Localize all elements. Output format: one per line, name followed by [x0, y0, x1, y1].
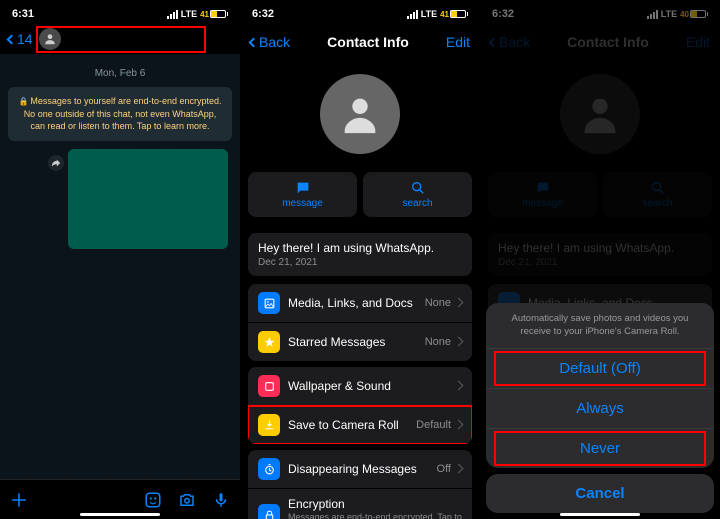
- chat-header[interactable]: 14: [0, 24, 240, 54]
- mic-icon[interactable]: [212, 491, 230, 509]
- sheet-title: Automatically save photos and videos you…: [486, 303, 714, 349]
- search-button[interactable]: search: [363, 172, 472, 217]
- status-date: Dec 21, 2021: [258, 257, 462, 268]
- contact-info-screen: 6:32 LTE 41 Back Contact Info Edit messa…: [240, 0, 480, 519]
- option-never[interactable]: Never: [486, 429, 714, 468]
- status-bar: 6:31 LTE 41: [0, 0, 240, 24]
- chevron-left-icon: [7, 34, 17, 44]
- status-right: LTE 41: [407, 9, 468, 19]
- chat-screen: 6:31 LTE 41 14 Mon, Feb 6 Messages to yo…: [0, 0, 240, 519]
- signal-icon: [407, 10, 418, 19]
- status-bar: 6:32 LTE 41: [240, 0, 480, 24]
- status-block[interactable]: Hey there! I am using WhatsApp. Dec 21, …: [248, 233, 472, 276]
- status-right: LTE 41: [167, 9, 228, 19]
- media-icon: [258, 292, 280, 314]
- status-time: 6:31: [12, 8, 34, 20]
- media-group: Media, Links, and Docs None Starred Mess…: [248, 284, 472, 361]
- edit-button[interactable]: Edit: [446, 34, 470, 50]
- timer-icon: [258, 458, 280, 480]
- network-label: LTE: [421, 9, 437, 19]
- sheet-options-group: Automatically save photos and videos you…: [486, 303, 714, 468]
- date-separator: Mon, Feb 6: [8, 68, 232, 79]
- media-links-docs-row[interactable]: Media, Links, and Docs None: [248, 284, 472, 323]
- chat-body[interactable]: Mon, Feb 6 Messages to yourself are end-…: [0, 54, 240, 479]
- cancel-button[interactable]: Cancel: [486, 474, 714, 513]
- disappearing-messages-row[interactable]: Disappearing Messages Off: [248, 450, 472, 489]
- status-text: Hey there! I am using WhatsApp.: [258, 241, 462, 255]
- plus-icon[interactable]: [10, 491, 28, 509]
- search-icon: [410, 180, 426, 196]
- sticker-icon[interactable]: [144, 491, 162, 509]
- status-time: 6:32: [252, 8, 274, 20]
- lock-icon: [18, 96, 30, 106]
- encryption-row[interactable]: Encryption Messages are end-to-end encry…: [248, 489, 472, 519]
- save-to-camera-roll-row[interactable]: Save to Camera Roll Default: [248, 406, 472, 444]
- battery-icon: 41: [440, 10, 468, 19]
- page-title: Contact Info: [327, 34, 409, 50]
- download-icon: [258, 414, 280, 436]
- encryption-note[interactable]: Messages to yourself are end-to-end encr…: [8, 87, 232, 141]
- starred-messages-row[interactable]: Starred Messages None: [248, 323, 472, 361]
- action-sheet: Automatically save photos and videos you…: [486, 303, 714, 513]
- option-default[interactable]: Default (Off): [486, 349, 714, 389]
- forward-button[interactable]: [48, 155, 64, 171]
- sent-image-message[interactable]: [68, 149, 228, 249]
- contact-avatar-large[interactable]: [320, 74, 400, 154]
- battery-icon: 41: [200, 10, 228, 19]
- action-sheet-screen: 6:32 LTE 40 Back Contact Info Edit messa…: [480, 0, 720, 519]
- home-indicator: [80, 513, 160, 516]
- camera-icon[interactable]: [178, 491, 196, 509]
- chevron-left-icon: [249, 37, 259, 47]
- forward-icon: [51, 158, 61, 168]
- back-button[interactable]: Back: [250, 34, 290, 50]
- message-icon: [295, 180, 311, 196]
- wallpaper-sound-row[interactable]: Wallpaper & Sound: [248, 367, 472, 406]
- contact-body: message search Hey there! I am using Wha…: [240, 60, 480, 519]
- home-indicator: [560, 513, 640, 516]
- star-icon: [258, 331, 280, 353]
- unread-count: 14: [17, 31, 33, 47]
- wallpaper-icon: [258, 375, 280, 397]
- privacy-group: Disappearing Messages Off Encryption Mes…: [248, 450, 472, 519]
- signal-icon: [167, 10, 178, 19]
- network-label: LTE: [181, 9, 197, 19]
- message-button[interactable]: message: [248, 172, 357, 217]
- option-always[interactable]: Always: [486, 389, 714, 429]
- settings-group: Wallpaper & Sound Save to Camera Roll De…: [248, 367, 472, 444]
- nav-bar: Back Contact Info Edit: [240, 24, 480, 60]
- back-button[interactable]: 14: [8, 31, 33, 47]
- person-icon: [43, 32, 57, 46]
- contact-avatar[interactable]: [39, 28, 61, 50]
- person-icon: [337, 91, 383, 137]
- lock-icon: [258, 504, 280, 519]
- action-buttons: message search: [240, 172, 480, 225]
